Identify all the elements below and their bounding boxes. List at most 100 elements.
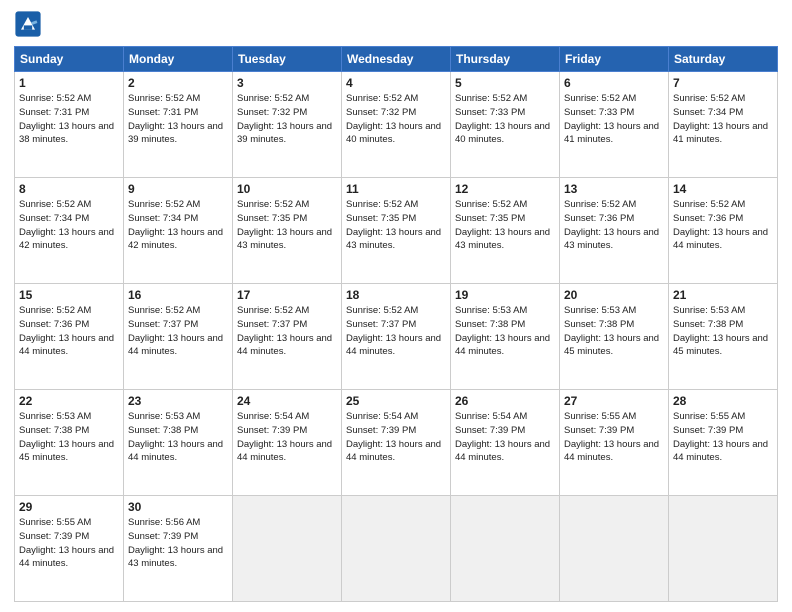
weekday-header-tuesday: Tuesday [233,47,342,72]
day-info: Sunrise: 5:56 AMSunset: 7:39 PMDaylight:… [128,516,228,571]
calendar-cell: 20 Sunrise: 5:53 AMSunset: 7:38 PMDayligh… [560,284,669,390]
calendar-cell: 10Sunrise: 5:52 AMSunset: 7:35 PMDayligh… [233,178,342,284]
calendar-cell: 13 Sunrise: 5:52 AMSunset: 7:36 PMDayligh… [560,178,669,284]
calendar-cell [560,496,669,602]
day-info: Sunrise: 5:53 AMSunset: 7:38 PMDaylight:… [455,304,555,359]
weekday-header-thursday: Thursday [451,47,560,72]
calendar-cell: 16 Sunrise: 5:52 AMSunset: 7:37 PMDayligh… [124,284,233,390]
calendar-cell: 14 Sunrise: 5:52 AMSunset: 7:36 PMDayligh… [669,178,778,284]
day-number: 17 [237,288,337,302]
day-info: Sunrise: 5:52 AMSunset: 7:34 PMDaylight:… [673,92,773,147]
day-info: Sunrise: 5:52 AMSunset: 7:36 PMDaylight:… [564,198,664,253]
calendar-cell [669,496,778,602]
day-number: 27 [564,394,664,408]
day-info: Sunrise: 5:52 AMSunset: 7:34 PMDaylight:… [19,198,119,253]
day-number: 24 [237,394,337,408]
day-info: Sunrise: 5:52 AMSunset: 7:33 PMDaylight:… [564,92,664,147]
day-info: Sunrise: 5:52 AMSunset: 7:37 PMDaylight:… [237,304,337,359]
calendar-cell: 15 Sunrise: 5:52 AMSunset: 7:36 PMDayligh… [15,284,124,390]
day-number: 12 [455,182,555,196]
day-info: Sunrise: 5:52 AMSunset: 7:32 PMDaylight:… [237,92,337,147]
day-info: Sunrise: 5:53 AMSunset: 7:38 PMDaylight:… [128,410,228,465]
day-info: Sunrise: 5:52 AMSunset: 7:36 PMDaylight:… [673,198,773,253]
day-number: 6 [564,76,664,90]
day-info: Sunrise: 5:52 AMSunset: 7:34 PMDaylight:… [128,198,228,253]
calendar-cell [342,496,451,602]
calendar-cell: 27 Sunrise: 5:55 AMSunset: 7:39 PMDayligh… [560,390,669,496]
calendar-cell: 2 Sunrise: 5:52 AMSunset: 7:31 PMDaylight… [124,72,233,178]
day-number: 29 [19,500,119,514]
day-info: Sunrise: 5:52 AMSunset: 7:31 PMDaylight:… [128,92,228,147]
day-number: 11 [346,182,446,196]
day-info: Sunrise: 5:52 AMSunset: 7:31 PMDaylight:… [19,92,119,147]
calendar-cell: 26Sunrise: 5:54 AMSunset: 7:39 PMDayligh… [451,390,560,496]
day-number: 30 [128,500,228,514]
day-number: 15 [19,288,119,302]
calendar-cell: 25 Sunrise: 5:54 AMSunset: 7:39 PMDayligh… [342,390,451,496]
day-number: 8 [19,182,119,196]
day-info: Sunrise: 5:52 AMSunset: 7:32 PMDaylight:… [346,92,446,147]
day-info: Sunrise: 5:52 AMSunset: 7:37 PMDaylight:… [128,304,228,359]
calendar-cell: 21 Sunrise: 5:53 AMSunset: 7:38 PMDayligh… [669,284,778,390]
day-number: 3 [237,76,337,90]
day-number: 13 [564,182,664,196]
day-number: 21 [673,288,773,302]
page: SundayMondayTuesdayWednesdayThursdayFrid… [0,0,792,612]
calendar-cell: 6 Sunrise: 5:52 AMSunset: 7:33 PMDaylight… [560,72,669,178]
day-info: Sunrise: 5:52 AMSunset: 7:33 PMDaylight:… [455,92,555,147]
calendar-cell: 29 Sunrise: 5:55 AMSunset: 7:39 PMDayligh… [15,496,124,602]
day-info: Sunrise: 5:55 AMSunset: 7:39 PMDaylight:… [19,516,119,571]
day-number: 20 [564,288,664,302]
logo-icon [14,10,42,38]
day-info: Sunrise: 5:52 AMSunset: 7:35 PMDaylight:… [346,198,446,253]
calendar-cell: 5 Sunrise: 5:52 AMSunset: 7:33 PMDaylight… [451,72,560,178]
day-info: Sunrise: 5:55 AMSunset: 7:39 PMDaylight:… [564,410,664,465]
day-number: 23 [128,394,228,408]
calendar-cell [451,496,560,602]
day-number: 14 [673,182,773,196]
day-number: 10 [237,182,337,196]
calendar-cell: 11 Sunrise: 5:52 AMSunset: 7:35 PMDayligh… [342,178,451,284]
day-number: 5 [455,76,555,90]
day-info: Sunrise: 5:54 AMSunset: 7:39 PMDaylight:… [346,410,446,465]
day-number: 9 [128,182,228,196]
calendar-cell: 22 Sunrise: 5:53 AMSunset: 7:38 PMDayligh… [15,390,124,496]
day-info: Sunrise: 5:53 AMSunset: 7:38 PMDaylight:… [673,304,773,359]
calendar-cell [233,496,342,602]
day-number: 1 [19,76,119,90]
weekday-header-friday: Friday [560,47,669,72]
day-info: Sunrise: 5:52 AMSunset: 7:35 PMDaylight:… [455,198,555,253]
weekday-header-monday: Monday [124,47,233,72]
calendar-cell: 18 Sunrise: 5:52 AMSunset: 7:37 PMDayligh… [342,284,451,390]
day-info: Sunrise: 5:52 AMSunset: 7:36 PMDaylight:… [19,304,119,359]
calendar-cell: 4 Sunrise: 5:52 AMSunset: 7:32 PMDaylight… [342,72,451,178]
day-number: 19 [455,288,555,302]
calendar-cell: 3 Sunrise: 5:52 AMSunset: 7:32 PMDaylight… [233,72,342,178]
day-info: Sunrise: 5:53 AMSunset: 7:38 PMDaylight:… [564,304,664,359]
calendar-cell: 28 Sunrise: 5:55 AMSunset: 7:39 PMDayligh… [669,390,778,496]
day-info: Sunrise: 5:53 AMSunset: 7:38 PMDaylight:… [19,410,119,465]
calendar-cell: 30 Sunrise: 5:56 AMSunset: 7:39 PMDayligh… [124,496,233,602]
calendar-cell: 12 Sunrise: 5:52 AMSunset: 7:35 PMDayligh… [451,178,560,284]
day-number: 16 [128,288,228,302]
weekday-header-sunday: Sunday [15,47,124,72]
day-number: 2 [128,76,228,90]
header [14,10,778,38]
day-info: Sunrise: 5:52 AMSunset: 7:37 PMDaylight:… [346,304,446,359]
day-number: 25 [346,394,446,408]
calendar-cell: 8 Sunrise: 5:52 AMSunset: 7:34 PMDaylight… [15,178,124,284]
logo [14,10,46,38]
day-number: 22 [19,394,119,408]
calendar-cell: 23 Sunrise: 5:53 AMSunset: 7:38 PMDayligh… [124,390,233,496]
day-number: 26 [455,394,555,408]
calendar-cell: 7Sunrise: 5:52 AMSunset: 7:34 PMDaylight… [669,72,778,178]
weekday-header-saturday: Saturday [669,47,778,72]
calendar-cell: 19 Sunrise: 5:53 AMSunset: 7:38 PMDayligh… [451,284,560,390]
day-number: 18 [346,288,446,302]
calendar-cell: 1 Sunrise: 5:52 AMSunset: 7:31 PMDaylight… [15,72,124,178]
day-number: 4 [346,76,446,90]
calendar: SundayMondayTuesdayWednesdayThursdayFrid… [14,46,778,602]
day-info: Sunrise: 5:54 AMSunset: 7:39 PMDaylight:… [237,410,337,465]
day-info: Sunrise: 5:55 AMSunset: 7:39 PMDaylight:… [673,410,773,465]
day-number: 28 [673,394,773,408]
